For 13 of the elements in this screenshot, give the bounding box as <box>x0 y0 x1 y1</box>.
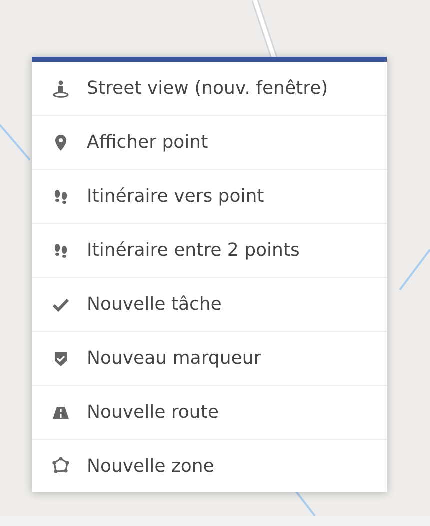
menu-item[interactable]: Itinéraire vers point <box>32 170 387 224</box>
menu-item[interactable]: Afficher point <box>32 116 387 170</box>
menu-item[interactable]: Nouvelle route <box>32 386 387 440</box>
menu-item[interactable]: Itinéraire entre 2 points <box>32 224 387 278</box>
polygon-icon <box>52 457 70 475</box>
menu-item[interactable]: Nouveau marqueur <box>32 332 387 386</box>
shield-check-icon <box>52 350 70 368</box>
menu-item[interactable]: Nouvelle zone <box>32 440 387 492</box>
person-icon <box>52 80 70 98</box>
footsteps-icon <box>52 242 70 260</box>
menu-item[interactable]: Street view (nouv. fenêtre) <box>32 62 387 116</box>
menu-item[interactable]: Nouvelle tâche <box>32 278 387 332</box>
footsteps-icon <box>52 188 70 206</box>
